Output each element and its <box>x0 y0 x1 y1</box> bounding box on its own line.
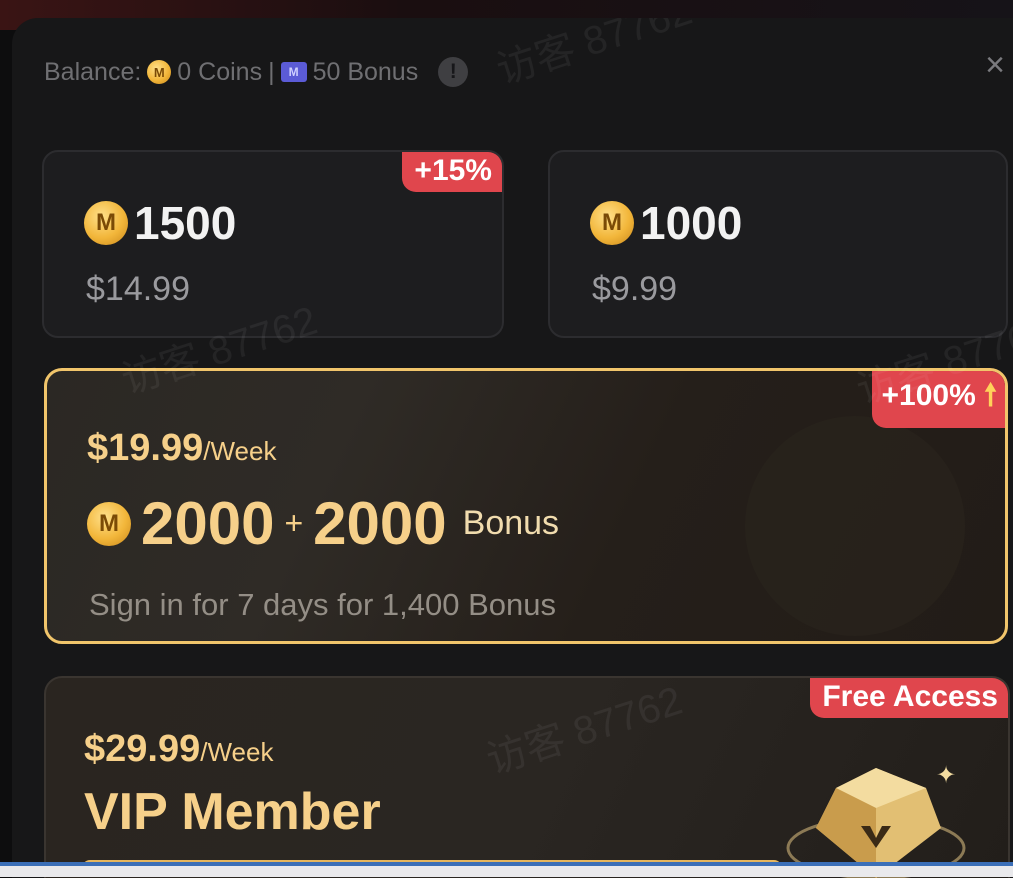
weekly-bonus-label: Bonus <box>462 504 560 542</box>
package-card-1500[interactable]: +15% M 1500 $14.99 <box>42 150 504 338</box>
weekly-price-value: $19.99 <box>87 427 204 469</box>
vip-title: VIP Member <box>84 783 381 841</box>
below-area <box>0 866 1013 877</box>
package-price: $14.99 <box>86 270 190 308</box>
balance-bar: Balance: M 0 Coins | M 50 Bonus ! <box>44 56 469 88</box>
package-amount: M 1000 <box>590 196 742 250</box>
package-amount: M 1500 <box>84 196 236 250</box>
arrow-up-icon: 🠕 <box>984 379 997 412</box>
weekly-coins-row: M 2000 + 2000 Bonus <box>87 489 559 558</box>
coin-balance: 0 Coins <box>177 57 263 86</box>
free-access-tag: Free Access <box>810 678 1008 718</box>
weekly-pack-card[interactable]: +100% 🠕 $19.99/Week M 2000 + 2000 Bonus … <box>44 368 1008 644</box>
vip-diamond-icon: ✦ <box>786 761 966 878</box>
bonus-balance: 50 Bonus <box>312 57 419 86</box>
package-price: $9.99 <box>592 270 678 308</box>
svg-text:✦: ✦ <box>936 761 956 789</box>
weekly-bonus-amount: 2000 <box>313 490 447 557</box>
close-icon[interactable]: × <box>978 48 1012 82</box>
weekly-price: $19.99/Week <box>87 427 276 470</box>
watermark: 访客 87762 <box>491 18 698 93</box>
vip-member-card[interactable]: Free Access $29.99/Week VIP Member ✦ <box>44 676 1010 878</box>
info-icon[interactable]: ! <box>438 57 469 87</box>
coin-icon: M <box>87 501 131 546</box>
play-decoration-icon <box>745 416 965 636</box>
weekly-price-unit: /Week <box>203 436 277 466</box>
vip-price-value: $29.99 <box>84 728 201 770</box>
coin-icon: M <box>84 201 128 245</box>
coin-icon: M <box>590 201 634 245</box>
plus-sign: + <box>284 505 304 541</box>
package-coins: 1500 <box>134 197 237 249</box>
discount-tag: +15% <box>402 152 502 192</box>
vip-price: $29.99/Week <box>84 728 273 771</box>
bonus-ticket-icon: M <box>280 62 307 82</box>
weekly-coins: 2000 <box>141 490 275 557</box>
separator: | <box>268 57 275 86</box>
bonus-percent: +100% <box>881 379 976 412</box>
vip-price-unit: /Week <box>200 737 274 767</box>
recharge-sheet: Balance: M 0 Coins | M 50 Bonus ! × +15%… <box>12 18 1013 878</box>
package-coins: 1000 <box>640 197 743 249</box>
balance-label: Balance: <box>44 57 142 86</box>
coin-icon: M <box>147 60 172 84</box>
bonus-percent-tag: +100% 🠕 <box>871 371 1005 428</box>
package-card-1000[interactable]: M 1000 $9.99 <box>548 150 1008 338</box>
signin-bonus-text: Sign in for 7 days for 1,400 Bonus <box>89 587 557 622</box>
